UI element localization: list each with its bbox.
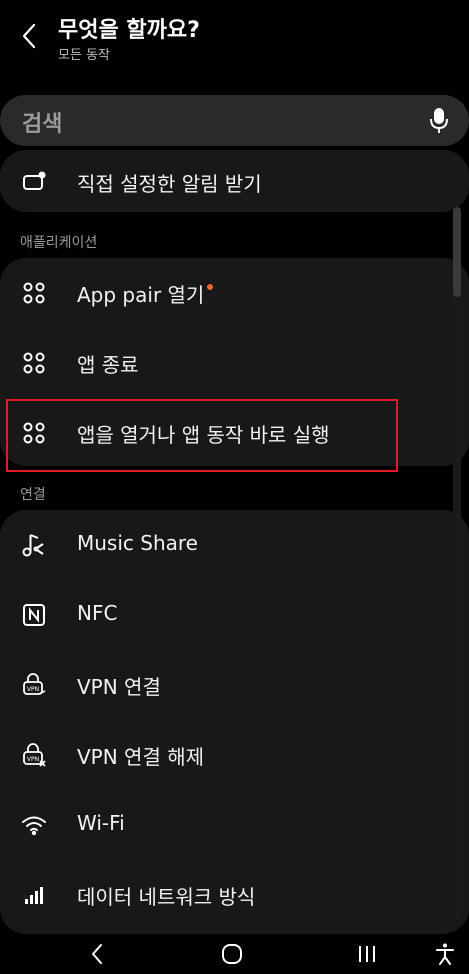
list-item-nfc[interactable]: NFC xyxy=(0,580,469,650)
nav-recents-button[interactable] xyxy=(352,940,382,968)
list-item-label: VPN 연결 해제 xyxy=(77,745,205,769)
home-icon xyxy=(222,944,242,964)
vpn-lock-icon: VPN xyxy=(20,671,48,699)
list-item-label: 직접 설정한 알림 받기 xyxy=(77,172,262,196)
chevron-left-icon xyxy=(92,944,102,964)
page-subtitle: 모든 동작 xyxy=(58,48,110,63)
section-header-connections: 연결 xyxy=(20,487,46,503)
back-button[interactable] xyxy=(14,18,44,54)
new-badge xyxy=(207,284,214,290)
section-header-applications: 애플리케이션 xyxy=(20,235,98,251)
page-title: 무엇을 할까요? xyxy=(58,18,200,43)
list-item-vpn-connect[interactable]: VPN VPN 연결 xyxy=(0,650,469,720)
list-item-app-pair[interactable]: App pair 열기 xyxy=(0,258,469,328)
notification-card: 직접 설정한 알림 받기 xyxy=(0,150,469,212)
notification-icon xyxy=(20,167,48,195)
list-item-label: 데이터 네트워크 방식 xyxy=(77,885,256,909)
vpn-disconnect-icon: VPN xyxy=(20,741,48,769)
connections-card: Music Share NFC VPN VPN 연결 VPN VPN 연결 해제… xyxy=(0,510,469,934)
recents-icon xyxy=(359,946,375,962)
search-bar[interactable]: 검색 xyxy=(0,95,469,146)
apps-icon xyxy=(20,349,48,377)
svg-text:VPN: VPN xyxy=(27,686,39,693)
nfc-icon xyxy=(20,601,48,629)
list-item-music-share[interactable]: Music Share xyxy=(0,510,469,580)
list-item-custom-notification[interactable]: 직접 설정한 알림 받기 xyxy=(0,150,469,212)
accessibility-icon xyxy=(436,943,454,965)
apps-icon xyxy=(20,279,48,307)
list-item-vpn-disconnect[interactable]: VPN VPN 연결 해제 xyxy=(0,720,469,790)
list-item-label: Music Share xyxy=(77,531,198,555)
search-input[interactable]: 검색 xyxy=(22,106,62,138)
list-item-wifi[interactable]: Wi-Fi xyxy=(0,790,469,860)
list-item-label: 앱 종료 xyxy=(77,353,139,377)
list-item-close-app[interactable]: 앱 종료 xyxy=(0,328,469,398)
nav-home-button[interactable] xyxy=(217,940,247,968)
mic-button[interactable] xyxy=(429,107,449,135)
accessibility-button[interactable] xyxy=(430,940,460,968)
list-item-label: NFC xyxy=(77,601,118,625)
list-item-label: VPN 연결 xyxy=(77,675,161,699)
signal-icon xyxy=(20,881,48,909)
music-share-icon xyxy=(20,531,48,559)
app-header: 무엇을 할까요? 모든 동작 xyxy=(0,0,469,80)
svg-text:VPN: VPN xyxy=(27,756,39,763)
highlight-box xyxy=(6,399,398,472)
scrollbar[interactable] xyxy=(453,207,461,920)
system-navigation-bar xyxy=(0,934,469,974)
nav-back-button[interactable] xyxy=(82,940,112,968)
microphone-icon xyxy=(430,108,448,133)
list-item-label: Wi-Fi xyxy=(77,811,125,835)
list-item-label: App pair 열기 xyxy=(77,279,214,308)
list-item-network-mode[interactable]: 데이터 네트워크 방식 xyxy=(0,860,469,930)
scrollbar-thumb[interactable] xyxy=(453,207,461,297)
wifi-icon xyxy=(20,811,48,839)
chevron-left-icon xyxy=(22,23,36,49)
